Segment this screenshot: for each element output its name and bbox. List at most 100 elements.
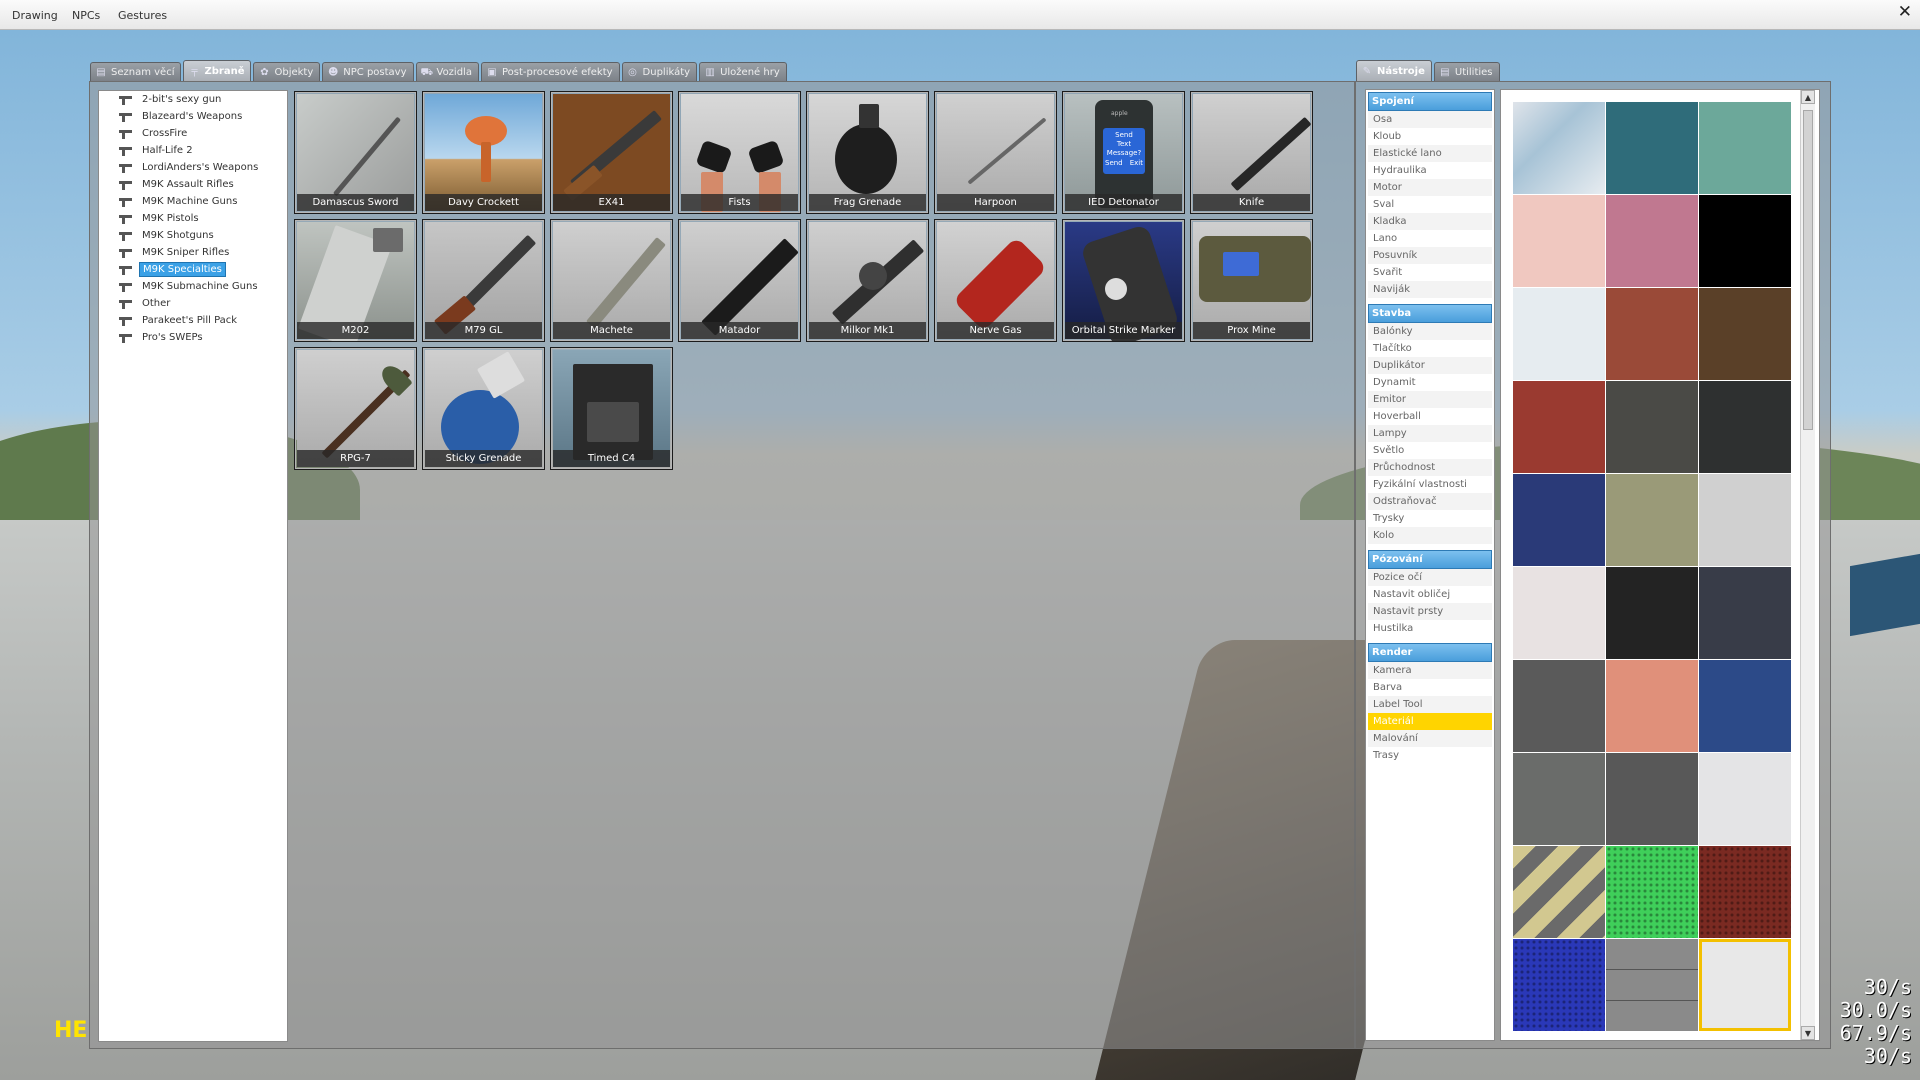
tree-item[interactable]: M9K Shotguns [99, 227, 287, 244]
material-swatch[interactable] [1606, 381, 1698, 473]
material-swatch[interactable] [1513, 102, 1605, 194]
tool-category-header[interactable]: Spojení [1368, 92, 1492, 111]
tool-item[interactable]: Kolo [1368, 527, 1492, 544]
weapon-card[interactable]: Timed C4 [550, 347, 673, 470]
tool-item[interactable]: Světlo [1368, 442, 1492, 459]
tool-item[interactable]: Malování [1368, 730, 1492, 747]
material-swatch[interactable] [1513, 939, 1605, 1031]
material-swatch[interactable] [1699, 939, 1791, 1031]
tree-item[interactable]: Other [99, 295, 287, 312]
tab-seznam-věcí[interactable]: ▤ Seznam věcí [90, 62, 182, 82]
tool-item[interactable]: Kloub [1368, 128, 1492, 145]
tool-item[interactable]: Motor [1368, 179, 1492, 196]
tree-item[interactable]: M9K Assault Rifles [99, 176, 287, 193]
tree-item[interactable]: M9K Submachine Guns [99, 278, 287, 295]
material-swatch[interactable] [1699, 567, 1791, 659]
tab-nástroje[interactable]: ✎ Nástroje [1356, 60, 1432, 82]
tool-item[interactable]: Balónky [1368, 323, 1492, 340]
tool-category-header[interactable]: Pózování [1368, 550, 1492, 569]
tab-vozidla[interactable]: ⛟ Vozidla [415, 62, 479, 82]
tool-item[interactable]: Pozice očí [1368, 569, 1492, 586]
weapon-card[interactable]: Fists [678, 91, 801, 214]
material-swatch[interactable] [1699, 195, 1791, 287]
tool-item[interactable]: Tlačítko [1368, 340, 1492, 357]
material-swatch[interactable] [1606, 660, 1698, 752]
scroll-up-icon[interactable]: ▲ [1801, 90, 1815, 104]
scrollbar-thumb[interactable] [1803, 110, 1813, 430]
menu-gestures[interactable]: Gestures [118, 9, 167, 22]
tool-item[interactable]: Hydraulika [1368, 162, 1492, 179]
tool-item[interactable]: Osa [1368, 111, 1492, 128]
tree-item[interactable]: 2-bit's sexy gun [99, 91, 287, 108]
material-swatch[interactable] [1513, 195, 1605, 287]
close-icon[interactable]: ✕ [1898, 2, 1912, 22]
tool-item[interactable]: Nastavit prsty [1368, 603, 1492, 620]
weapon-card[interactable]: M79 GL [422, 219, 545, 342]
weapon-card[interactable]: Knife [1190, 91, 1313, 214]
material-swatch[interactable] [1606, 195, 1698, 287]
tree-item[interactable]: M9K Specialties [99, 261, 287, 278]
tree-item[interactable]: CrossFire [99, 125, 287, 142]
weapon-card[interactable]: EX41 [550, 91, 673, 214]
tab-objekty[interactable]: ✿ Objekty [253, 62, 321, 82]
tool-item[interactable]: Sval [1368, 196, 1492, 213]
material-swatch[interactable] [1606, 474, 1698, 566]
tool-item[interactable]: Kladka [1368, 213, 1492, 230]
tree-item[interactable]: Pro's SWEPs [99, 329, 287, 346]
tree-item[interactable]: Parakeet's Pill Pack [99, 312, 287, 329]
tool-item[interactable]: Fyzikální vlastnosti [1368, 476, 1492, 493]
material-swatch[interactable] [1513, 660, 1605, 752]
tool-category-header[interactable]: Render [1368, 643, 1492, 662]
tool-item[interactable]: Barva [1368, 679, 1492, 696]
tool-item[interactable]: Duplikátor [1368, 357, 1492, 374]
weapon-card[interactable]: Damascus Sword [294, 91, 417, 214]
material-swatch[interactable] [1699, 381, 1791, 473]
tab-uložené-hry[interactable]: ▥ Uložené hry [699, 62, 787, 82]
weapon-card[interactable]: Matador [678, 219, 801, 342]
tool-item[interactable]: Materiál [1368, 713, 1492, 730]
tree-item[interactable]: M9K Sniper Rifles [99, 244, 287, 261]
scroll-down-icon[interactable]: ▼ [1801, 1026, 1815, 1040]
tool-item[interactable]: Label Tool [1368, 696, 1492, 713]
tool-item[interactable]: Hustilka [1368, 620, 1492, 637]
material-swatch[interactable] [1513, 288, 1605, 380]
weapon-card[interactable]: Nerve Gas [934, 219, 1057, 342]
tool-item[interactable]: Lano [1368, 230, 1492, 247]
weapon-card[interactable]: Frag Grenade [806, 91, 929, 214]
material-swatch[interactable] [1606, 846, 1698, 938]
material-swatch[interactable] [1606, 102, 1698, 194]
material-swatch[interactable] [1513, 474, 1605, 566]
material-swatch[interactable] [1606, 939, 1698, 1031]
tab-duplikáty[interactable]: ◎ Duplikáty [621, 62, 698, 82]
material-swatch[interactable] [1699, 846, 1791, 938]
tree-item[interactable]: Half-Life 2 [99, 142, 287, 159]
tool-item[interactable]: Průchodnost [1368, 459, 1492, 476]
tool-item[interactable]: Odstraňovač [1368, 493, 1492, 510]
material-swatch[interactable] [1699, 474, 1791, 566]
tool-item[interactable]: Kamera [1368, 662, 1492, 679]
material-swatch[interactable] [1513, 567, 1605, 659]
weapon-card[interactable]: M202 [294, 219, 417, 342]
tree-item[interactable]: LordiAnders's Weapons [99, 159, 287, 176]
tool-item[interactable]: Lampy [1368, 425, 1492, 442]
tool-item[interactable]: Emitor [1368, 391, 1492, 408]
tab-utilities[interactable]: ▤ Utilities [1433, 62, 1500, 82]
material-swatch[interactable] [1606, 567, 1698, 659]
tab-npc-postavy[interactable]: ☻ NPC postavy [322, 62, 414, 82]
tool-item[interactable]: Hoverball [1368, 408, 1492, 425]
material-scrollbar[interactable]: ▲ ▼ [1800, 90, 1815, 1040]
material-swatch[interactable] [1699, 288, 1791, 380]
tree-item[interactable]: Blazeard's Weapons [99, 108, 287, 125]
tool-item[interactable]: Trasy [1368, 747, 1492, 764]
tool-item[interactable]: Dynamit [1368, 374, 1492, 391]
material-swatch[interactable] [1513, 846, 1605, 938]
tree-item[interactable]: M9K Machine Guns [99, 193, 287, 210]
weapon-card[interactable]: apple Send Text Message? Send Exit IED Detonat… [1062, 91, 1185, 214]
weapon-card[interactable]: Prox Mine [1190, 219, 1313, 342]
tool-item[interactable]: Elastické lano [1368, 145, 1492, 162]
material-swatch[interactable] [1699, 102, 1791, 194]
weapon-card[interactable]: Machete [550, 219, 673, 342]
tab-post-procesové-efekty[interactable]: ▣ Post-procesové efekty [480, 62, 620, 82]
tool-item[interactable]: Naviják [1368, 281, 1492, 298]
tool-item[interactable]: Svařit [1368, 264, 1492, 281]
